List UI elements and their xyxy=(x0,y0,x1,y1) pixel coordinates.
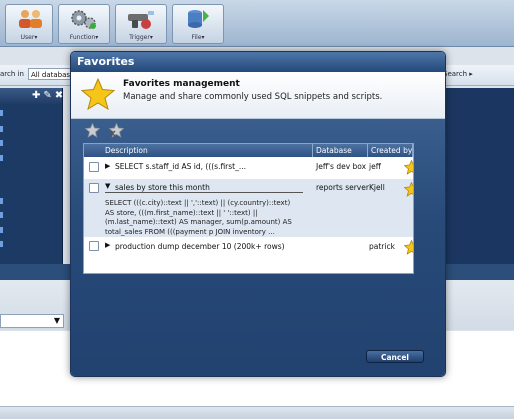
tree-node-marker xyxy=(0,241,3,247)
row-database: Jeff's dev box xyxy=(316,162,367,171)
object-tree-header: ✚✎✖ xyxy=(0,88,63,104)
dialog-header-subtitle: Manage and share commonly used SQL snipp… xyxy=(123,92,383,102)
row-created-by: patrick xyxy=(369,242,395,251)
favorite-star-icon[interactable] xyxy=(404,160,414,175)
database-file-icon xyxy=(188,10,209,28)
chevron-down-icon: ▼ xyxy=(53,316,60,325)
row-database: reports server xyxy=(316,183,369,192)
column-created-by[interactable]: Created by xyxy=(371,144,412,157)
sql-line: AS store, (((m.first_name)::text || ' ':… xyxy=(105,208,258,217)
tree-node-marker xyxy=(0,126,3,132)
search-scope-combo[interactable]: All databas xyxy=(28,68,72,80)
tree-node-marker xyxy=(0,140,3,146)
favorite-star-icon[interactable] xyxy=(404,240,414,255)
column-database[interactable]: Database xyxy=(316,144,352,157)
cancel-button[interactable]: Cancel xyxy=(366,350,424,363)
trigger-menu-label: Trigger▾ xyxy=(129,34,153,41)
star-icon xyxy=(81,78,115,110)
tree-node-marker xyxy=(0,198,3,204)
status-bar xyxy=(0,406,514,419)
sql-line: total_sales FROM (((payment p JOIN inven… xyxy=(105,227,275,236)
main-toolbar: User▾ Function▾ Trigger▾ File▾ xyxy=(0,0,514,47)
row-description: sales by store this month xyxy=(115,183,210,192)
search-in-label: arch in xyxy=(0,70,24,78)
row-checkbox[interactable] xyxy=(89,162,99,172)
trigger-icon xyxy=(128,11,154,29)
collapse-arrow-icon[interactable]: ▼ xyxy=(105,182,110,190)
sql-preview: SELECT (((c.city)::text || ','::text) ||… xyxy=(105,199,315,237)
file-menu-label: File▾ xyxy=(191,34,205,41)
tree-node-marker xyxy=(0,155,3,161)
dialog-body: Description Database Created by ▶ SELECT… xyxy=(71,119,445,376)
dialog-header-title: Favorites management xyxy=(123,79,240,89)
favorite-star-icon[interactable] xyxy=(404,182,414,197)
table-row[interactable]: ▶ SELECT s.staff_id AS id, (((s.first_..… xyxy=(84,157,413,179)
column-divider xyxy=(412,144,413,157)
tree-node-marker xyxy=(0,212,3,218)
users-icon xyxy=(19,10,42,28)
add-favorite-icon[interactable] xyxy=(85,123,100,138)
row-checkbox[interactable] xyxy=(89,241,99,251)
remove-favorite-icon[interactable] xyxy=(109,123,124,138)
row-created-by: Kjell xyxy=(369,183,385,192)
object-tree-pane[interactable]: ✚✎✖ xyxy=(0,88,63,264)
favorites-dialog: Favorites Favorites management Manage an… xyxy=(70,51,446,377)
row-description: SELECT s.staff_id AS id, (((s.first_... xyxy=(115,162,247,171)
dialog-title: Favorites xyxy=(71,52,445,72)
column-divider xyxy=(312,144,313,157)
user-menu-label: User▾ xyxy=(20,34,38,41)
property-select[interactable]: ▼ xyxy=(0,314,64,328)
search-button[interactable]: Search ▸ xyxy=(443,70,473,78)
column-divider xyxy=(367,144,368,157)
favorites-grid: Description Database Created by ▶ SELECT… xyxy=(83,143,414,274)
table-row[interactable]: ▶ production dump december 10 (200k+ row… xyxy=(84,238,413,260)
function-menu-label: Function▾ xyxy=(69,34,99,41)
row-created-by: jeff xyxy=(369,162,381,171)
gears-icon xyxy=(71,10,96,29)
trigger-menu-button[interactable]: Trigger▾ xyxy=(115,4,167,44)
grid-header: Description Database Created by xyxy=(84,144,413,157)
tree-tools-icon[interactable]: ✚✎✖ xyxy=(32,90,66,101)
sql-line: (m.last_name)::text) AS manager, sum(p.a… xyxy=(105,218,292,226)
tree-node-marker xyxy=(0,227,3,233)
column-description[interactable]: Description xyxy=(105,144,148,157)
row-checkbox[interactable] xyxy=(89,183,99,193)
row-description: production dump december 10 (200k+ rows) xyxy=(115,242,285,251)
dialog-header: Favorites management Manage and share co… xyxy=(71,72,445,119)
file-menu-button[interactable]: File▾ xyxy=(172,4,224,44)
user-menu-button[interactable]: User▾ xyxy=(5,4,53,44)
tree-node-marker xyxy=(0,110,3,116)
expand-arrow-icon[interactable]: ▶ xyxy=(105,241,110,249)
edit-underline xyxy=(105,192,303,193)
sql-line: SELECT (((c.city)::text || ','::text) ||… xyxy=(105,199,291,207)
expand-arrow-icon[interactable]: ▶ xyxy=(105,162,110,170)
function-menu-button[interactable]: Function▾ xyxy=(58,4,110,44)
